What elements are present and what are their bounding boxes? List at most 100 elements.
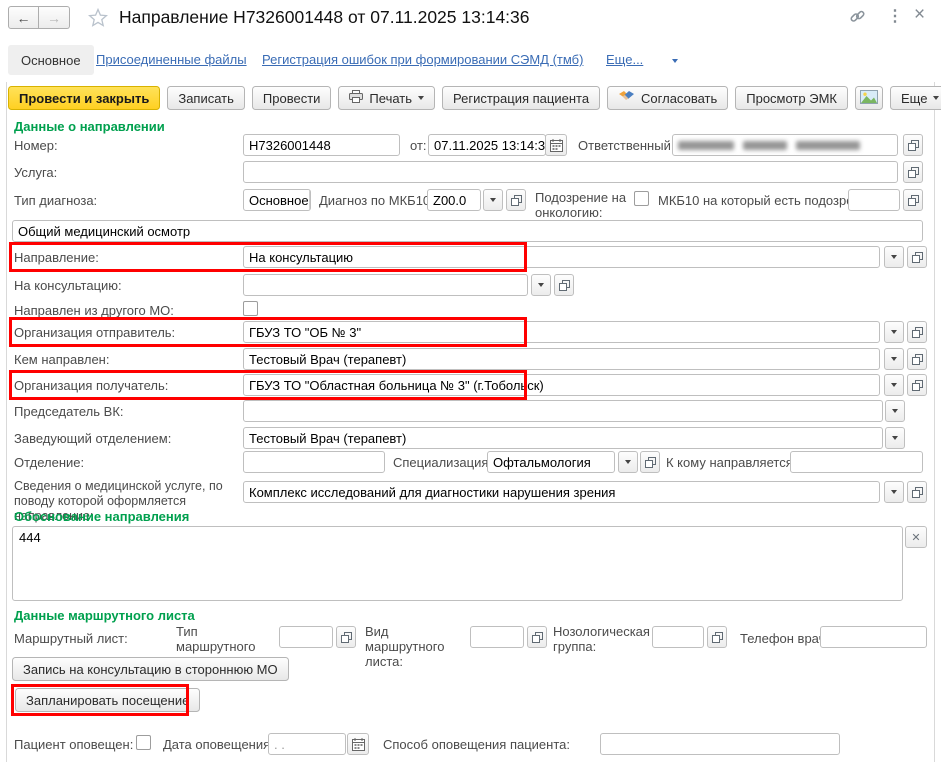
justification-textarea[interactable]: 444	[12, 526, 903, 601]
onco-mkb10-label: МКБ10 на который есть подозрение:	[658, 193, 879, 208]
department-field[interactable]	[243, 451, 385, 473]
route-kind-field[interactable]	[470, 626, 524, 648]
route-kind-open-icon[interactable]	[527, 626, 547, 648]
diag-type-combobox[interactable]: Основное	[243, 189, 311, 211]
direction-value: На консультацию	[249, 250, 353, 265]
route-type-open-icon[interactable]	[336, 626, 356, 648]
nosology-field[interactable]	[652, 626, 704, 648]
patient-notified-checkbox[interactable]	[136, 735, 151, 750]
responsible-label: Ответственный:	[578, 138, 674, 153]
org-receiver-dropdown-icon[interactable]	[884, 374, 904, 396]
forward-button[interactable]: →	[39, 6, 70, 29]
org-receiver-field[interactable]: ГБУЗ ТО "Областная больница № 3" (г.Тобо…	[243, 374, 880, 396]
date-field[interactable]: 07.11.2025 13:14:36	[428, 134, 546, 156]
external-consult-button[interactable]: Запись на консультацию в стороннюю МО	[12, 657, 289, 681]
org-sender-open-icon[interactable]	[907, 321, 927, 343]
onco-mkb10-field[interactable]	[848, 189, 900, 211]
image-button[interactable]	[855, 86, 883, 110]
favorite-star-icon[interactable]	[88, 8, 108, 30]
post-button[interactable]: Провести	[252, 86, 332, 110]
notify-date-field[interactable]: . .	[268, 733, 346, 755]
approve-button[interactable]: Согласовать	[607, 86, 728, 110]
patient-registration-button[interactable]: Регистрация пациента	[442, 86, 600, 110]
consult-field[interactable]	[243, 274, 528, 296]
tab-attached-files[interactable]: Присоединенные файлы	[96, 52, 247, 67]
vk-chair-field[interactable]	[243, 400, 883, 422]
vk-chair-dropdown-icon[interactable]	[885, 400, 905, 422]
number-value: Н7326001448	[249, 138, 331, 153]
close-icon[interactable]: ×	[914, 4, 925, 26]
dept-head-dropdown-icon[interactable]	[885, 427, 905, 449]
service-info-dropdown-icon[interactable]	[884, 481, 904, 503]
write-button[interactable]: Записать	[167, 86, 245, 110]
post-and-close-label: Провести и закрыть	[19, 91, 149, 106]
service-label: Услуга:	[14, 165, 57, 180]
handshake-icon	[618, 90, 635, 106]
responsible-open-icon[interactable]	[903, 134, 923, 156]
org-receiver-open-icon[interactable]	[907, 374, 927, 396]
mkb10-open-icon[interactable]	[506, 189, 526, 211]
toolbar-more-button[interactable]: Еще	[890, 86, 941, 110]
specialization-open-icon[interactable]	[640, 451, 660, 473]
justification-text: 444	[19, 530, 41, 545]
referred-by-dropdown-icon[interactable]	[884, 348, 904, 370]
notify-calendar-icon[interactable]	[347, 733, 369, 755]
referred-by-open-icon[interactable]	[907, 348, 927, 370]
tab-semd-errors[interactable]: Регистрация ошибок при формировании СЭМД…	[262, 52, 583, 67]
consult-open-icon[interactable]	[554, 274, 574, 296]
dept-head-field[interactable]: Тестовый Врач (терапевт)	[243, 427, 883, 449]
window-more-icon[interactable]: ⋮	[887, 6, 903, 26]
calendar-icon[interactable]	[545, 134, 567, 156]
service-open-icon[interactable]	[903, 161, 923, 183]
service-info-open-icon[interactable]	[907, 481, 927, 503]
notify-method-label: Способ оповещения пациента:	[383, 737, 570, 752]
justification-clear-icon[interactable]: ✕	[905, 526, 927, 548]
specialization-dropdown-icon[interactable]	[618, 451, 638, 473]
notify-method-field[interactable]	[600, 733, 840, 755]
consult-dropdown-icon[interactable]	[531, 274, 551, 296]
view-emk-button[interactable]: Просмотр ЭМК	[735, 86, 848, 110]
responsible-field[interactable]	[672, 134, 898, 156]
tab-main-label: Основное	[21, 53, 81, 68]
specialization-field[interactable]: Офтальмология	[487, 451, 615, 473]
tab-more[interactable]: Еще...	[606, 52, 643, 67]
diag-type-dropdown-icon[interactable]	[309, 190, 311, 210]
to-whom-field[interactable]	[790, 451, 923, 473]
diag-type-label: Тип диагноза:	[14, 193, 97, 208]
tab-more-caret-icon[interactable]	[672, 59, 678, 63]
tab-main[interactable]: Основное	[8, 45, 94, 75]
org-sender-field[interactable]: ГБУЗ ТО "ОБ № 3"	[243, 321, 880, 343]
referred-by-field[interactable]: Тестовый Врач (терапевт)	[243, 348, 880, 370]
direction-dropdown-icon[interactable]	[884, 246, 904, 268]
consult-label: На консультацию:	[14, 278, 122, 293]
number-field[interactable]: Н7326001448	[243, 134, 400, 156]
mkb10-dropdown-icon[interactable]	[483, 189, 503, 211]
write-label: Записать	[178, 91, 234, 106]
direction-field[interactable]: На консультацию	[243, 246, 880, 268]
diagnosis-name-field[interactable]: Общий медицинский осмотр	[12, 220, 923, 242]
from-label: от:	[410, 138, 427, 153]
direction-open-icon[interactable]	[907, 246, 927, 268]
plan-visit-button[interactable]: Запланировать посещение	[15, 688, 200, 712]
print-caret-icon	[418, 96, 424, 100]
get-link-icon[interactable]	[849, 8, 866, 28]
post-and-close-button[interactable]: Провести и закрыть	[8, 86, 160, 110]
mkb10-field[interactable]: Z00.0	[427, 189, 481, 211]
nosology-open-icon[interactable]	[707, 626, 727, 648]
print-button[interactable]: Печать	[338, 86, 435, 110]
back-icon: ←	[17, 10, 31, 26]
specialization-label: Специализация:	[393, 455, 492, 470]
route-type-field[interactable]	[279, 626, 333, 648]
onco-checkbox[interactable]	[634, 191, 649, 206]
org-receiver-value: ГБУЗ ТО "Областная больница № 3" (г.Тобо…	[249, 378, 544, 393]
service-info-value: Комплекс исследований для диагностики на…	[249, 485, 615, 500]
other-mo-checkbox[interactable]	[243, 301, 258, 316]
doctor-phone-field[interactable]	[820, 626, 927, 648]
service-info-field[interactable]: Комплекс исследований для диагностики на…	[243, 481, 880, 503]
onco-mkb10-open-icon[interactable]	[903, 189, 923, 211]
service-field[interactable]	[243, 161, 898, 183]
org-receiver-label: Организация получатель:	[14, 378, 168, 393]
org-sender-dropdown-icon[interactable]	[884, 321, 904, 343]
back-button[interactable]: ←	[8, 6, 39, 29]
forward-icon: →	[47, 10, 61, 26]
